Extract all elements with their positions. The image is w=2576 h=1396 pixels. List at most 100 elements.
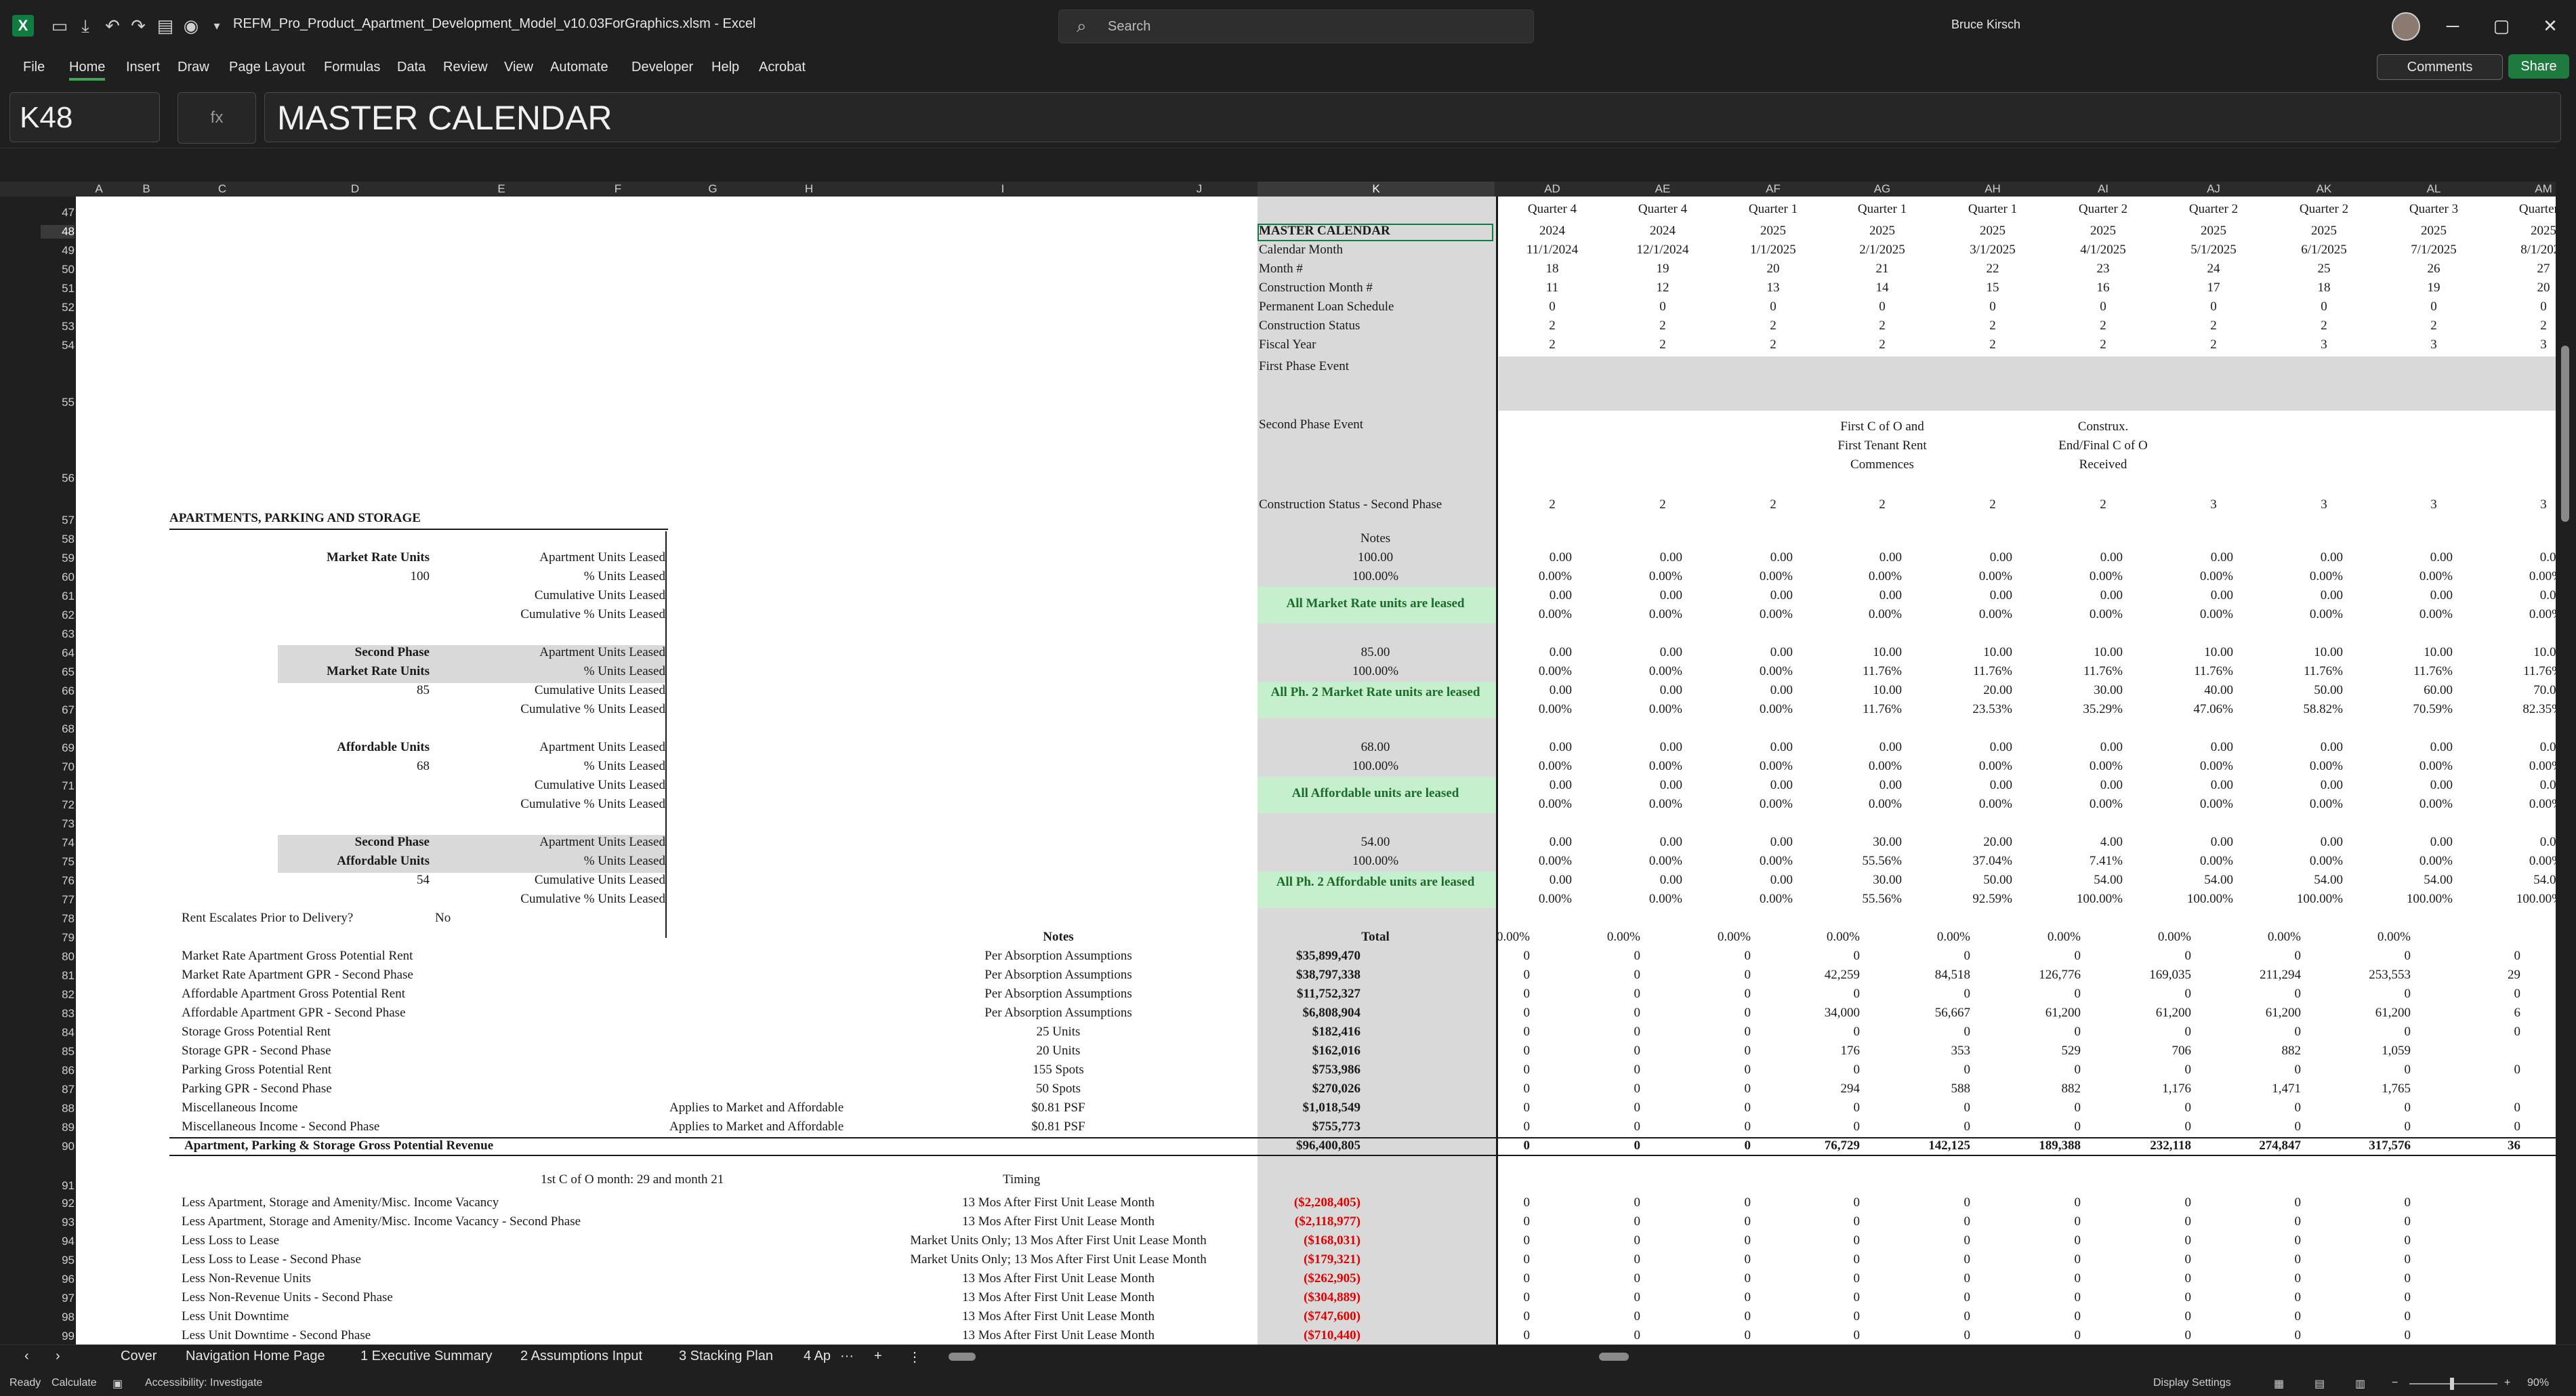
vacancy-row-value[interactable]: 0 bbox=[2140, 1214, 2411, 1229]
gpr-total-label[interactable]: Apartment, Parking & Storage Gross Poten… bbox=[184, 1138, 493, 1153]
quarter-label[interactable]: Quarter 2 bbox=[2273, 202, 2375, 217]
row-header-96[interactable]: 96 bbox=[41, 1273, 75, 1286]
block-count[interactable]: 100 bbox=[159, 569, 430, 584]
calendar-row-label[interactable]: Fiscal Year bbox=[1259, 337, 1316, 352]
quarter-label[interactable]: Quarter 2 bbox=[2052, 202, 2154, 217]
block-value[interactable]: 70.00 bbox=[2291, 683, 2556, 698]
calendar-value[interactable]: 2 bbox=[1942, 319, 2043, 333]
calendar-value[interactable]: 3 bbox=[2493, 337, 2556, 352]
row-header-79[interactable]: 79 bbox=[41, 931, 75, 945]
year-label[interactable]: 2025 bbox=[2493, 224, 2556, 239]
gpr-applies-note[interactable]: Applies to Market and Affordable bbox=[669, 1120, 844, 1134]
second-phase-status-value[interactable]: 2 bbox=[2052, 497, 2154, 512]
row-header-95[interactable]: 95 bbox=[41, 1254, 75, 1267]
calendar-value[interactable]: 24 bbox=[2163, 262, 2264, 276]
block-value[interactable]: 0.00% bbox=[2291, 854, 2556, 869]
row-header-81[interactable]: 81 bbox=[41, 969, 75, 983]
row-header-98[interactable]: 98 bbox=[41, 1311, 75, 1324]
menu-review[interactable]: Review bbox=[443, 60, 488, 75]
column-header-g[interactable]: G bbox=[686, 182, 740, 197]
column-header-k[interactable]: K bbox=[1258, 182, 1495, 197]
row-header-93[interactable]: 93 bbox=[41, 1216, 75, 1229]
avatar[interactable] bbox=[2392, 12, 2420, 41]
tab-stacking-plan[interactable]: 3 Stacking Plan bbox=[679, 1349, 773, 1364]
calendar-value[interactable]: 19 bbox=[1612, 262, 1713, 276]
block-name[interactable]: Second Phase bbox=[159, 645, 430, 660]
vacancy-row-value[interactable]: 0 bbox=[2140, 1252, 2411, 1267]
calendar-value[interactable]: 2 bbox=[2052, 337, 2154, 352]
row-header-91[interactable]: 91 bbox=[41, 1179, 75, 1193]
calculate-button[interactable]: Calculate bbox=[51, 1377, 97, 1389]
row-header-67[interactable]: 67 bbox=[41, 703, 75, 717]
gpr-row-label[interactable]: Parking GPR - Second Phase bbox=[182, 1082, 332, 1096]
gpr-row-value[interactable]: 1,059 bbox=[2140, 1044, 2411, 1059]
year-label[interactable]: 2025 bbox=[1722, 224, 1824, 239]
second-phase-status-value[interactable]: 3 bbox=[2273, 497, 2375, 512]
row-header-65[interactable]: 65 bbox=[41, 665, 75, 679]
block-value[interactable]: 54.00 bbox=[2291, 873, 2556, 888]
calendar-value[interactable]: 0 bbox=[1501, 300, 1603, 314]
second-phase-status-value[interactable]: 2 bbox=[1831, 497, 1933, 512]
timing-header[interactable]: Timing bbox=[1003, 1172, 1040, 1187]
user-name[interactable]: Bruce Kirsch bbox=[1951, 18, 2020, 32]
block-value[interactable]: 11.76% bbox=[2291, 664, 2556, 679]
undo-icon[interactable]: ↶ bbox=[102, 15, 123, 37]
vacancy-row-label[interactable]: Less Loss to Lease bbox=[182, 1233, 279, 1248]
gpr-applies-note[interactable]: Applies to Market and Affordable bbox=[669, 1101, 844, 1115]
calendar-value[interactable]: 2 bbox=[2163, 319, 2264, 333]
block-value[interactable]: 82.35% bbox=[2291, 702, 2556, 717]
quarter-label[interactable]: Quarter 3 bbox=[2383, 202, 2485, 217]
block-value[interactable]: 0.00 bbox=[2291, 778, 2556, 793]
section-title[interactable]: APARTMENTS, PARKING AND STORAGE bbox=[169, 511, 421, 526]
menu-insert[interactable]: Insert bbox=[126, 60, 160, 75]
row-header-62[interactable]: 62 bbox=[41, 609, 75, 622]
block-value[interactable]: 0.00% bbox=[2291, 569, 2556, 584]
row-header-84[interactable]: 84 bbox=[41, 1026, 75, 1040]
calendar-value[interactable]: 18 bbox=[2273, 281, 2375, 295]
redo-icon[interactable]: ↷ bbox=[127, 15, 149, 37]
row-header-64[interactable]: 64 bbox=[41, 646, 75, 660]
macro-icon[interactable]: ▣ bbox=[112, 1377, 123, 1391]
menu-draw[interactable]: Draw bbox=[178, 60, 209, 75]
column-header-ai[interactable]: AI bbox=[2076, 182, 2130, 197]
block-row-label[interactable]: Cumulative % Units Leased bbox=[394, 892, 665, 907]
gpr-row-value[interactable]: 0 bbox=[2249, 987, 2521, 1002]
calendar-value[interactable]: 2 bbox=[2493, 319, 2556, 333]
comments-button[interactable]: Comments bbox=[2377, 54, 2503, 80]
vacancy-row-value[interactable]: 0 bbox=[2140, 1233, 2411, 1248]
block-row-label[interactable]: % Units Leased bbox=[394, 569, 665, 584]
zoom-in-icon[interactable]: + bbox=[2504, 1377, 2510, 1389]
zoom-out-icon[interactable]: − bbox=[2392, 1377, 2398, 1389]
gpr-row-value[interactable]: 0 bbox=[2249, 1120, 2521, 1134]
event-construction-end[interactable]: Construx. End/Final C of O Received bbox=[2052, 417, 2154, 474]
row-header-78[interactable]: 78 bbox=[41, 912, 75, 926]
calendar-value[interactable]: 2 bbox=[2273, 319, 2375, 333]
calendar-value[interactable]: 0 bbox=[2273, 300, 2375, 314]
block-row-label[interactable]: Cumulative Units Leased bbox=[394, 778, 665, 793]
menu-page-layout[interactable]: Page Layout bbox=[229, 60, 305, 75]
calendar-value[interactable]: 0 bbox=[1831, 300, 1933, 314]
gpr-row-label[interactable]: Affordable Apartment Gross Potential Ren… bbox=[182, 987, 405, 1002]
normal-view-icon[interactable]: ▦ bbox=[2274, 1377, 2284, 1391]
menu-developer[interactable]: Developer bbox=[631, 60, 693, 75]
block-row-label[interactable]: % Units Leased bbox=[394, 759, 665, 774]
row-header-73[interactable]: 73 bbox=[41, 817, 75, 831]
block-row-label[interactable]: Apartment Units Leased bbox=[394, 550, 665, 565]
calendar-value[interactable]: 1/1/2025 bbox=[1722, 243, 1824, 258]
accessibility-status[interactable]: Accessibility: Investigate bbox=[145, 1377, 262, 1389]
calendar-value[interactable]: 2 bbox=[1942, 337, 2043, 352]
row-header-53[interactable]: 53 bbox=[41, 320, 75, 333]
second-phase-status-value[interactable]: 3 bbox=[2493, 497, 2556, 512]
row-header-56[interactable]: 56 bbox=[41, 472, 75, 485]
gpr-row-label[interactable]: Miscellaneous Income bbox=[182, 1101, 297, 1115]
calendar-value[interactable]: 2 bbox=[2383, 319, 2485, 333]
column-header-al[interactable]: AL bbox=[2407, 182, 2461, 197]
calendar-value[interactable]: 12/1/2024 bbox=[1612, 243, 1713, 258]
column-header-af[interactable]: AF bbox=[1746, 182, 1800, 197]
calendar-value[interactable]: 12 bbox=[1612, 281, 1713, 295]
tab-prev-icon[interactable]: ‹ bbox=[24, 1349, 29, 1364]
calendar-value[interactable]: 20 bbox=[1722, 262, 1824, 276]
menu-help[interactable]: Help bbox=[711, 60, 739, 75]
zoom-slider[interactable] bbox=[2409, 1378, 2497, 1390]
horizontal-scrollbar-right[interactable] bbox=[1504, 1353, 2548, 1362]
